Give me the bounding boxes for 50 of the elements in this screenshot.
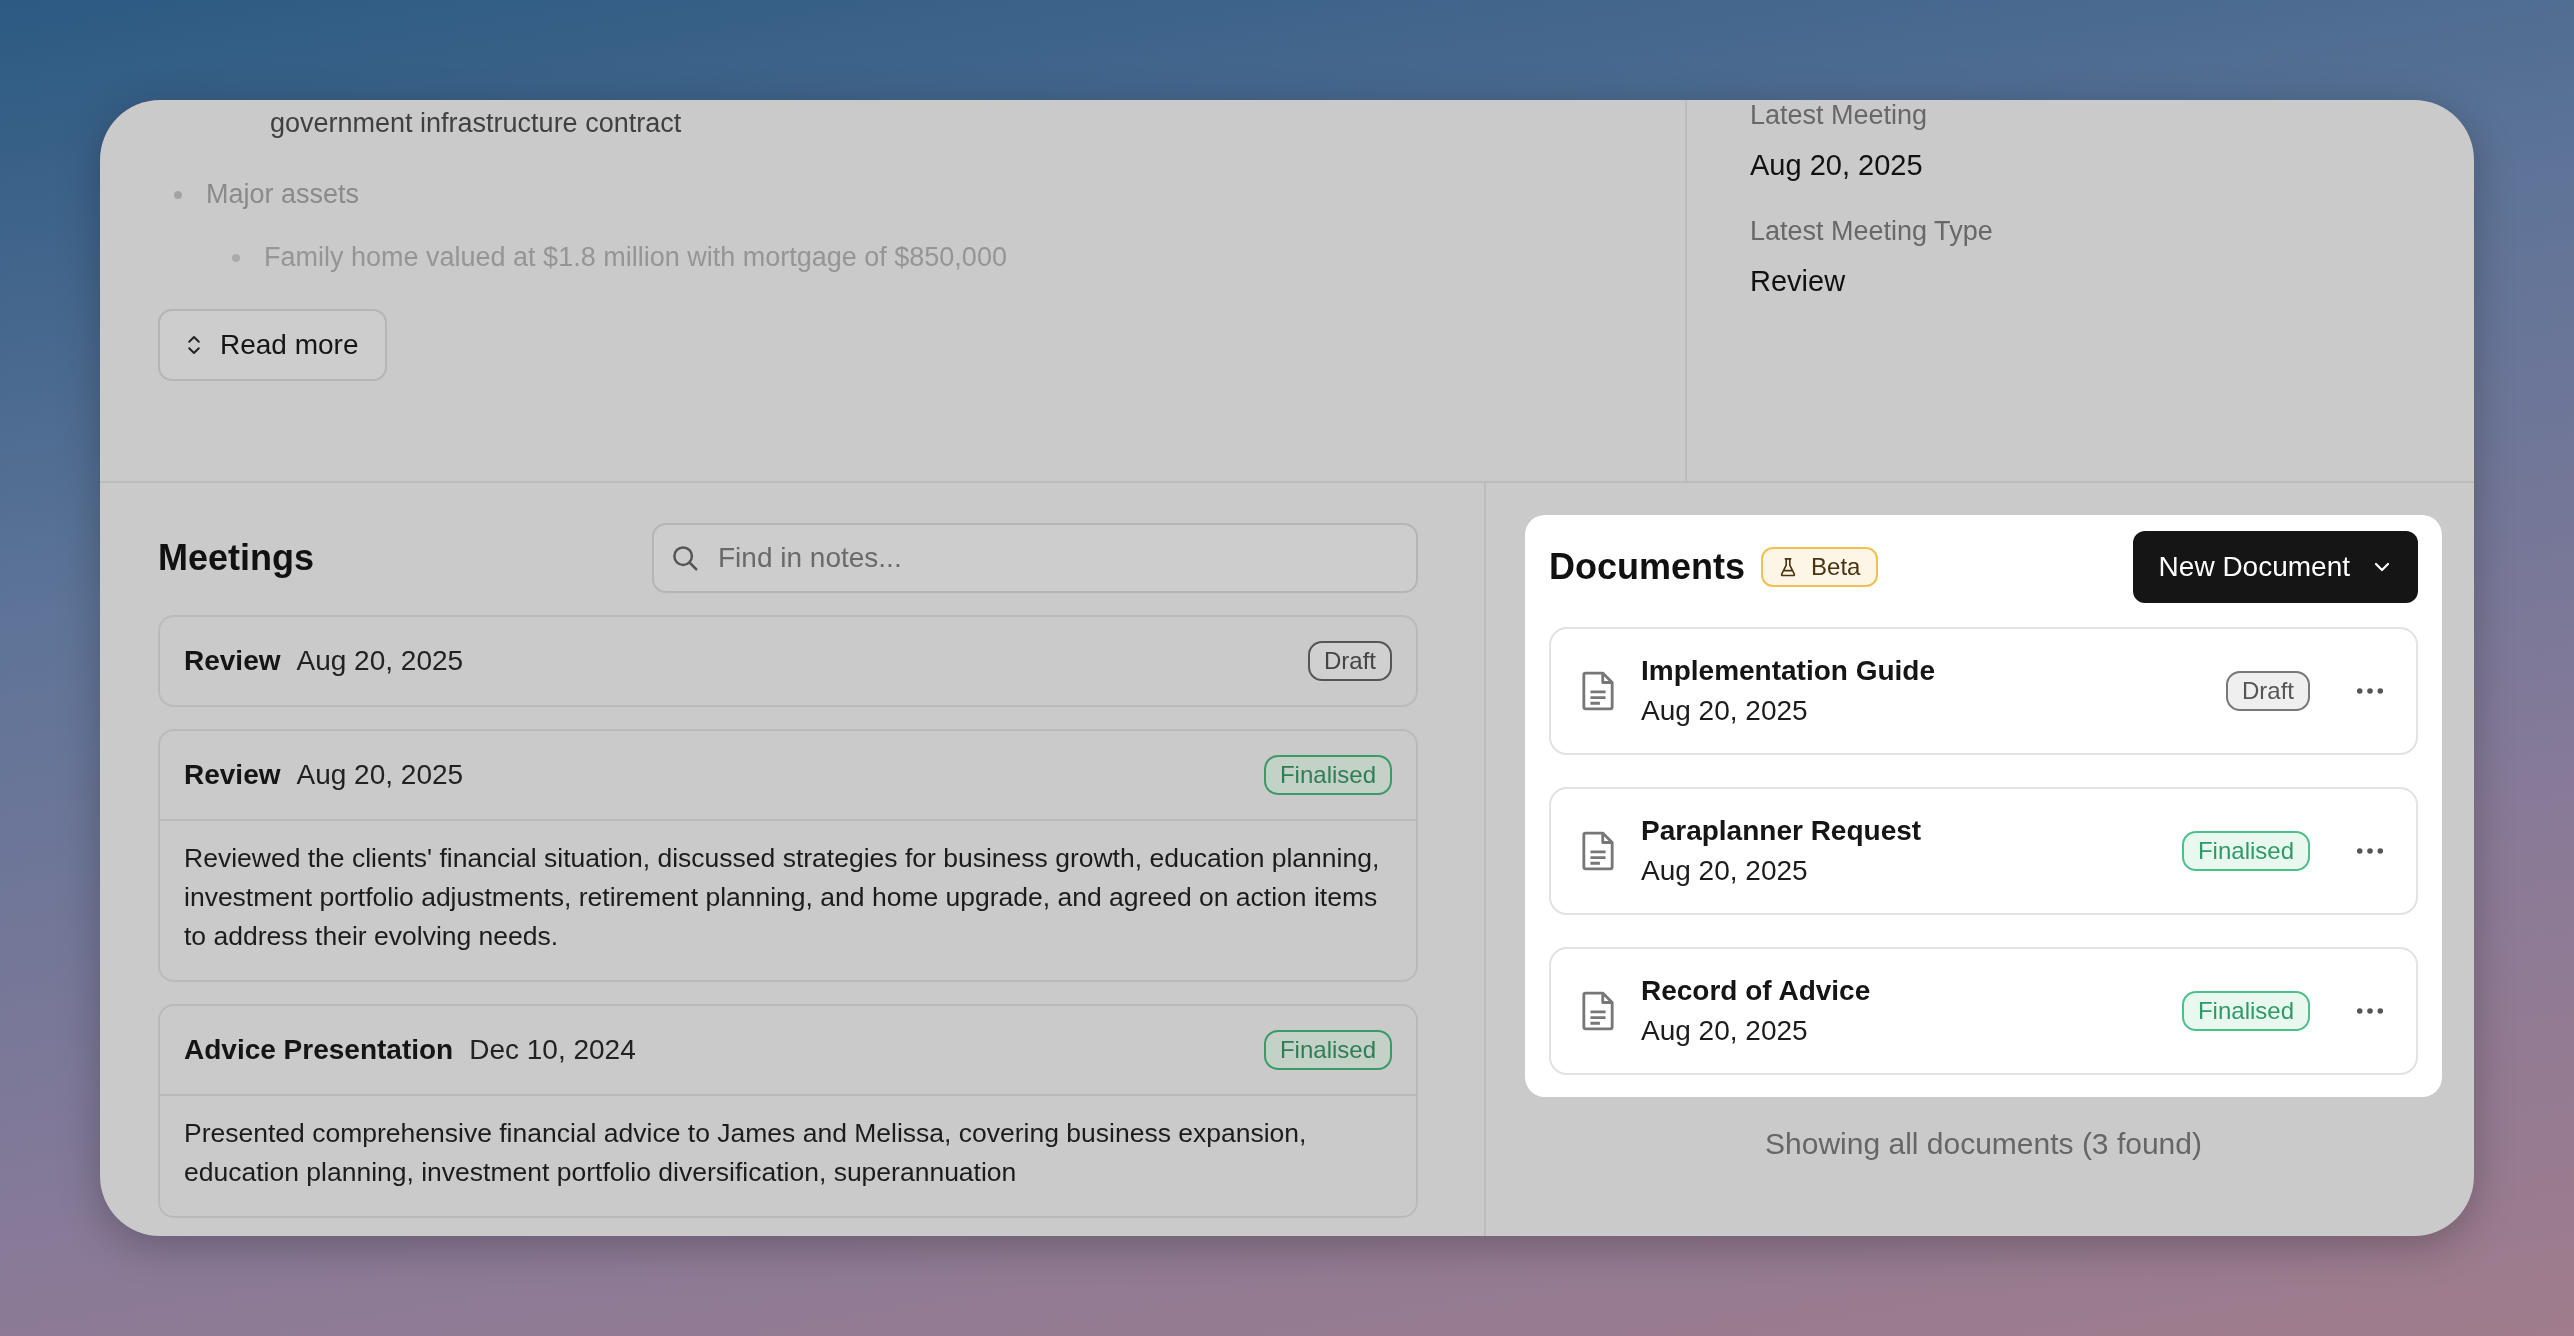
- meeting-summary: Reviewed the clients' financial situation, discussed strategies for business growth, education planning, investment portfolio adjustments, retirement planning, and home upgrade, and agreed on action items to address their evolving needs.: [184, 842, 1381, 953]
- meeting-type: Advice Presentation: [184, 1034, 454, 1066]
- document-date: Aug 20, 2025: [1641, 695, 1809, 727]
- search-icon: [670, 543, 700, 573]
- detail-value: Aug 20, 2025: [1750, 149, 1924, 182]
- ellipsis-icon: [2356, 847, 2384, 855]
- flask-icon: [1779, 556, 1798, 578]
- status-badge: Finalised: [1263, 755, 1392, 795]
- document-name: Paraplanner Request: [1641, 815, 1923, 847]
- documents-count: Showing all documents (3 found): [1765, 1127, 2202, 1161]
- status-badge: Finalised: [1263, 1030, 1392, 1070]
- ellipsis-icon: [2356, 1007, 2384, 1015]
- expand-icon: [186, 333, 202, 357]
- document-icon: [1581, 990, 1615, 1032]
- meeting-card[interactable]: [158, 729, 1418, 982]
- document-name: Record of Advice: [1641, 975, 1872, 1007]
- summary-text: government infrastructure contract: [270, 108, 682, 139]
- document-card[interactable]: Record of Advice Aug 20, 2025 Finalised: [1549, 947, 2418, 1075]
- status-badge: Draft: [1308, 641, 1392, 681]
- search-field[interactable]: Find in notes...: [652, 523, 1418, 593]
- document-date: Aug 20, 2025: [1641, 1015, 1809, 1047]
- new-document-button[interactable]: New Document: [2132, 531, 2418, 603]
- meeting-date: Aug 20, 2025: [296, 645, 465, 677]
- document-icon: [1581, 670, 1615, 712]
- summary-text: Major assets: [206, 179, 360, 210]
- meeting-type: Review: [184, 759, 281, 791]
- ellipsis-icon: [2356, 687, 2384, 695]
- status-badge: Draft: [2226, 671, 2310, 711]
- beta-badge: Beta: [1761, 547, 1879, 587]
- document-card[interactable]: Paraplanner Request Aug 20, 2025 Finalised: [1549, 787, 2418, 915]
- detail-value: Review: [1750, 265, 1847, 298]
- meeting-summary: Presented comprehensive financial advice to James and Melissa, covering business expansion, education planning, investment portfolio diversification, superannuation: [184, 1117, 1308, 1189]
- meetings-heading: Meetings: [158, 537, 315, 579]
- bullet-icon: [174, 190, 182, 199]
- document-card[interactable]: Implementation Guide Aug 20, 2025 Draft: [1549, 627, 2418, 755]
- meeting-card[interactable]: Review Aug 20, 2025 Draft: [158, 615, 1418, 707]
- status-badge: Finalised: [2181, 991, 2310, 1031]
- meeting-date: Aug 20, 2025: [296, 759, 465, 791]
- read-more-button[interactable]: Read more: [158, 309, 387, 381]
- meeting-type: Review: [184, 645, 281, 677]
- detail-label: Latest Meeting Type: [1750, 216, 1994, 247]
- status-badge: Finalised: [2181, 831, 2310, 871]
- meeting-date: Dec 10, 2024: [469, 1034, 637, 1066]
- bullet-icon: [232, 253, 240, 262]
- meeting-card[interactable]: [158, 1004, 1418, 1218]
- detail-label: Latest Meeting: [1750, 100, 1929, 131]
- document-date: Aug 20, 2025: [1641, 855, 1809, 887]
- document-name: Implementation Guide: [1641, 655, 1937, 687]
- documents-heading: Documents: [1549, 546, 1746, 588]
- document-icon: [1581, 830, 1615, 872]
